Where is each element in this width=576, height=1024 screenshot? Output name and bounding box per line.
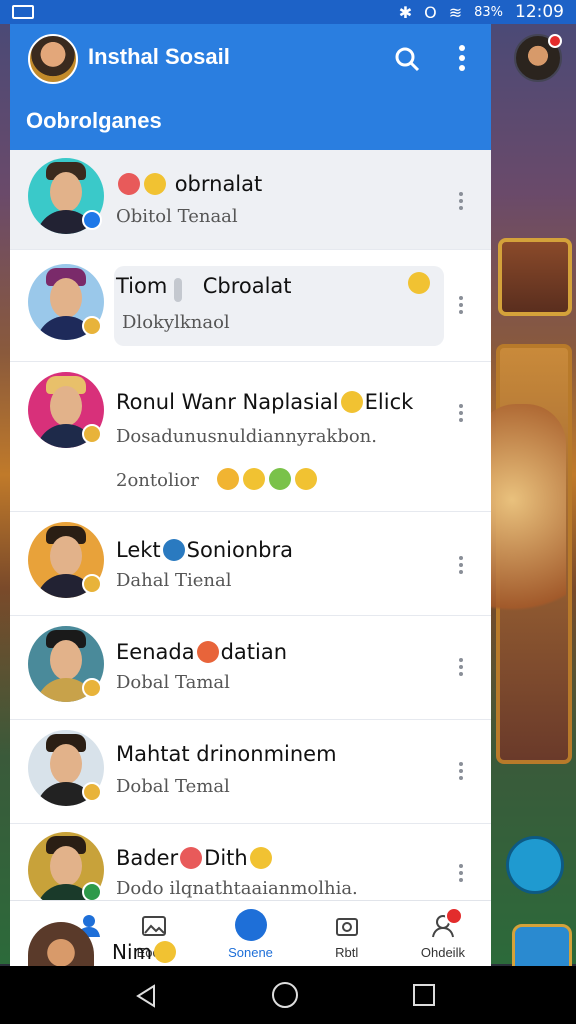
status-badge-icon [82,316,102,336]
compass-icon [234,909,267,941]
nav-ohdeilk[interactable]: Ohdeilk [395,901,491,966]
notification-badge [548,34,562,48]
chat-name-suffix: Elick [364,390,414,414]
chat-row[interactable]: Tiom Cbroalat Dlokylknaol [10,250,491,362]
chat-row[interactable]: Mahtat drinonminem Dobal Temal [10,720,491,824]
recent-apps-icon[interactable] [413,984,435,1006]
search-icon[interactable] [394,46,420,72]
clock: 12:09 [515,2,564,22]
emoji-icon [294,468,317,490]
nav-label: Rbtl [335,945,359,960]
emoji-icon [268,468,291,490]
system-navigation-bar [0,966,576,1024]
chat-preview: Dosadunusnuldiannyrakbon. [116,426,377,447]
chat-row[interactable]: Bader Dith Dodo ilqnathtaaianmolhia. [10,824,491,908]
chat-name: Ronul Wanr Naplasial Elick [116,390,413,414]
chat-name: Mahtat drinonminem [116,742,337,766]
battery-level: 83% [474,4,503,20]
nav-label: Ohdeilk [420,945,465,960]
profile-avatar[interactable] [514,34,562,82]
chat-name: Lekt Sonionbra [116,538,293,562]
row-menu-icon[interactable] [458,296,464,314]
status-bar: ✱ O ≋ 83% 12:09 [0,0,576,24]
alarm-icon: O [424,2,437,22]
row-menu-icon[interactable] [458,404,464,422]
chat-name-text: Lekt [116,538,161,562]
status-badge-icon [82,782,102,802]
smile-emoji-icon [154,941,176,963]
nav-rbtl[interactable]: Rbtl [299,901,395,966]
notification-icon [12,5,34,19]
app-title: Insthal Sosail [88,44,230,69]
row-menu-icon[interactable] [458,192,464,210]
app-logo-avatar[interactable] [28,34,78,84]
chat-name: Eenada datian [116,640,287,664]
notification-badge [444,907,463,925]
angry-emoji-icon [180,847,203,869]
row-menu-icon[interactable] [458,864,464,882]
chat-row[interactable]: obrnalat Obitol Tenaal [10,150,491,250]
grin-emoji-icon [408,272,430,294]
chat-preview: Dobal Temal [116,776,230,797]
verified-badge-icon [82,210,102,230]
chat-preview: Dodo ilqnathtaaianmolhia. [116,878,358,899]
wifi-icon: ≋ [448,2,463,22]
smile-emoji-icon [340,391,363,413]
chat-name: obrnalat [116,172,262,196]
row-menu-icon[interactable] [458,556,464,574]
back-icon[interactable] [134,984,158,1008]
chat-app-window: Insthal Sosail Oobrolganes obrnalat Obit… [10,24,491,966]
chat-name-suffix: datian [220,640,288,664]
app-header: Insthal Sosail Oobrolganes [10,24,491,150]
game-action-icon [506,836,564,894]
chat-name-text: Tiom [116,274,168,298]
status-badge-icon [82,574,102,594]
chat-preview: Obitol Tenaal [116,206,238,227]
status-badge-icon [82,424,102,444]
chat-name-text: obrnalat [174,172,263,196]
game-card-icon [498,238,572,316]
globe-emoji-icon [162,539,185,561]
chat-name-suffix: Dith [204,846,248,870]
status-badge-icon [82,678,102,698]
smile-emoji-icon [144,173,166,195]
chat-name-text: Ronul Wanr Naplasial [116,390,339,414]
chat-preview: Dlokylknaol [122,312,230,333]
emoji-icon [242,468,265,490]
image-icon [142,916,167,936]
chat-row[interactable]: Ronul Wanr Naplasial Elick Dosadunusnuldi… [10,362,491,512]
chat-list: obrnalat Obitol Tenaal Tiom Cbroalat Dlo… [10,150,491,908]
chat-name-text: Eenada [116,640,195,664]
nav-label: Sonene [228,945,273,960]
more-menu-icon[interactable] [456,44,468,72]
camera-icon [335,918,358,936]
chat-preview: Dobal Tamal [116,672,230,693]
chat-row[interactable]: Lekt Sonionbra Dahal Tienal [10,512,491,616]
emoji-icon [216,468,239,490]
peek-name-text: Nim [112,940,152,964]
chat-name-secondary: Cbroalat [202,274,292,298]
chat-row[interactable]: Eenada datian Dobal Tamal [10,616,491,720]
chat-preview-extra: 2ontolior [116,468,319,491]
row-menu-icon[interactable] [458,658,464,676]
surprised-emoji-icon [196,641,219,663]
status-badge-icon [82,882,102,902]
chat-name-text: Bader [116,846,179,870]
chat-extra-text: 2ontolior [116,470,199,491]
row-menu-icon[interactable] [458,762,464,780]
section-title: Oobrolganes [26,108,162,133]
nav-sonene[interactable]: Sonene [202,901,298,966]
peek-name: Nim [112,940,178,964]
chat-preview: Dahal Tienal [116,570,232,591]
chat-name: Bader Dith [116,846,274,870]
angry-emoji-icon [118,173,140,195]
home-icon[interactable] [272,982,298,1008]
smile-emoji-icon [249,847,272,869]
chat-name: Tiom Cbroalat [116,274,292,298]
bluetooth-icon: ✱ [398,2,413,22]
chat-name-suffix: Sonionbra [186,538,293,562]
